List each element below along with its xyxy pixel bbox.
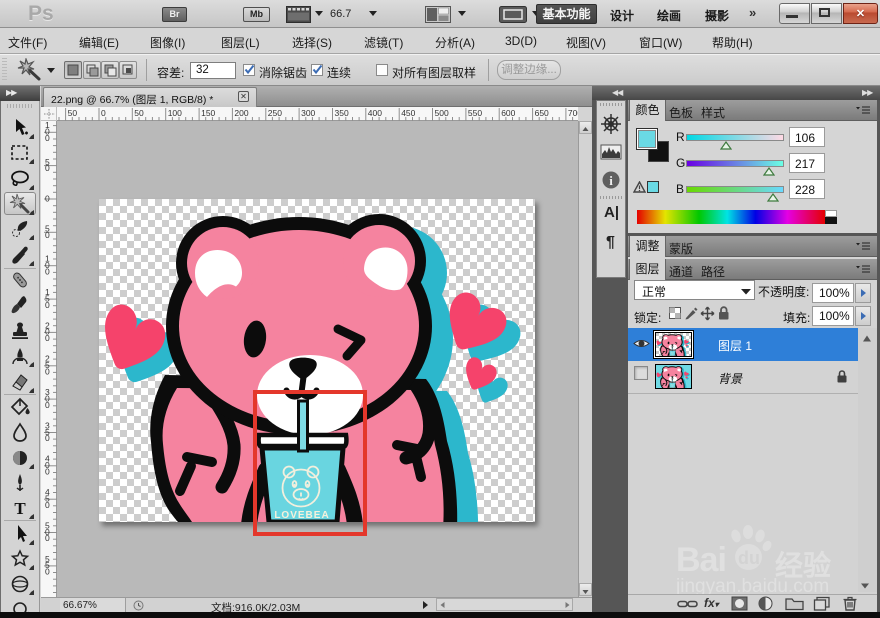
svg-text:0: 0 xyxy=(45,400,50,410)
svg-text:550: 550 xyxy=(468,108,482,118)
svg-text:0: 0 xyxy=(45,333,50,343)
svg-text:250: 250 xyxy=(268,108,282,118)
svg-text:600: 600 xyxy=(501,108,515,118)
svg-text:350: 350 xyxy=(335,108,349,118)
svg-text:0: 0 xyxy=(45,500,50,510)
svg-text:0: 0 xyxy=(45,266,50,276)
svg-text:0: 0 xyxy=(45,230,50,240)
svg-text:650: 650 xyxy=(535,108,549,118)
svg-text:0: 0 xyxy=(45,163,50,173)
svg-text:400: 400 xyxy=(368,108,382,118)
svg-text:0: 0 xyxy=(45,133,50,143)
svg-text:0: 0 xyxy=(45,300,50,310)
svg-text:0: 0 xyxy=(45,567,50,577)
svg-text:0: 0 xyxy=(45,467,50,477)
svg-text:50: 50 xyxy=(68,108,78,118)
svg-text:450: 450 xyxy=(401,108,415,118)
svg-text:0: 0 xyxy=(45,193,50,203)
svg-text:i: i xyxy=(609,173,613,188)
svg-text:100: 100 xyxy=(168,108,182,118)
svg-text:700: 700 xyxy=(568,108,578,118)
svg-text:0: 0 xyxy=(45,533,50,543)
svg-text:200: 200 xyxy=(234,108,248,118)
svg-text:500: 500 xyxy=(435,108,449,118)
svg-text:0: 0 xyxy=(45,367,50,377)
svg-text:T: T xyxy=(14,499,26,518)
svg-text:50: 50 xyxy=(134,108,144,118)
svg-text:0: 0 xyxy=(101,108,106,118)
svg-text:0: 0 xyxy=(45,433,50,443)
svg-text:300: 300 xyxy=(301,108,315,118)
svg-text:du: du xyxy=(738,548,760,568)
svg-text:150: 150 xyxy=(201,108,215,118)
